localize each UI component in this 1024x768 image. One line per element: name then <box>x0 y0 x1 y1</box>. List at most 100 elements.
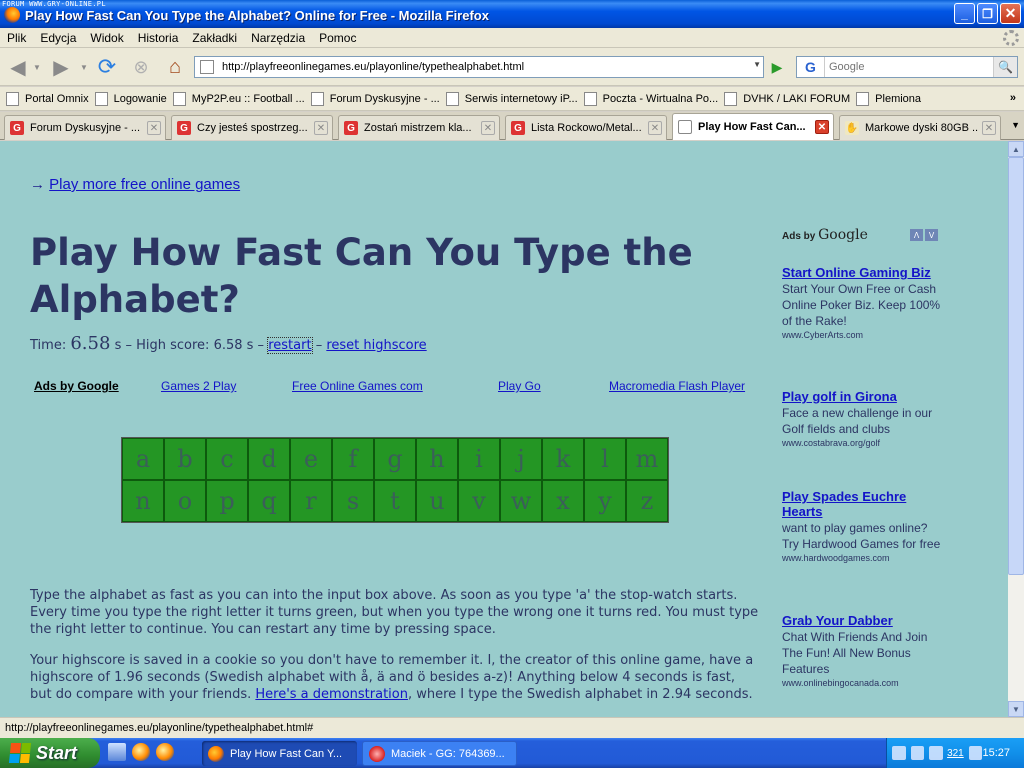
url-history-dropdown-icon[interactable]: ▼ <box>753 60 761 69</box>
close-tab-icon[interactable]: ✕ <box>481 121 495 135</box>
bookmark-myp2p[interactable]: MyP2P.eu :: Football ... <box>172 91 305 106</box>
bookmark-portal-omnix[interactable]: Portal Omnix <box>6 91 89 106</box>
tab-lista-rockowo[interactable]: G Lista Rockowo/Metal... ✕ <box>505 115 667 140</box>
back-history-dropdown[interactable]: ▼ <box>32 54 42 80</box>
firefox-icon[interactable] <box>4 7 20 23</box>
search-button[interactable]: 🔍 <box>993 57 1017 77</box>
ad-next-button[interactable]: V <box>925 229 938 241</box>
window-title-bar[interactable]: FORUM WWW.GRY-ONLINE.PL Play How Fast Ca… <box>0 0 1024 28</box>
folder-icon <box>724 91 738 106</box>
bookmark-poczta[interactable]: Poczta - Wirtualna Po... <box>583 91 718 106</box>
browser-quicklaunch-icon[interactable] <box>156 743 174 761</box>
menu-zakladki[interactable]: Zakładki <box>185 31 244 45</box>
bookmark-plemiona[interactable]: Plemiona <box>856 91 921 106</box>
search-input[interactable] <box>829 61 989 73</box>
ads-by-google-label[interactable]: Ads by Google <box>34 379 119 393</box>
forward-history-dropdown[interactable]: ▼ <box>79 54 89 80</box>
letter-cell-i: i <box>458 438 500 480</box>
page-content: → Play more free online games Play How F… <box>0 141 1008 717</box>
side-ad-title[interactable]: Start Online Gaming Biz <box>782 265 942 280</box>
go-button[interactable]: ▶ <box>766 56 788 78</box>
volume-icon[interactable] <box>968 746 983 760</box>
tab-play-how-fast[interactable]: Play How Fast Can... ✕ <box>672 113 834 140</box>
maximize-button[interactable]: ❐ <box>977 3 998 24</box>
tray-expand-icon[interactable] <box>892 746 906 760</box>
ad-link-play-go[interactable]: Play Go <box>498 379 541 393</box>
taskbar-button-firefox[interactable]: Play How Fast Can Y... <box>202 741 357 766</box>
scroll-down-button[interactable]: ▼ <box>1008 701 1024 717</box>
vertical-scrollbar[interactable]: ▲ ▼ <box>1008 141 1024 717</box>
bookmarks-overflow-button[interactable]: » <box>1010 92 1016 104</box>
scrollbar-thumb[interactable] <box>1008 157 1024 575</box>
reload-button[interactable]: ⟳ <box>94 54 120 80</box>
back-button[interactable]: ◀ <box>5 54 31 80</box>
throbber-icon <box>1003 30 1019 46</box>
menu-edycja[interactable]: Edycja <box>33 31 83 45</box>
side-ad-url[interactable]: www.hardwoodgames.com <box>782 553 942 563</box>
side-ad-title[interactable]: Play Spades Euchre Hearts <box>782 489 942 519</box>
chevron-down-icon: ▼ <box>80 62 88 72</box>
network-icon[interactable] <box>929 746 944 760</box>
close-tab-icon[interactable]: ✕ <box>982 121 996 135</box>
media-icon[interactable] <box>910 746 925 760</box>
side-ad-title[interactable]: Grab Your Dabber <box>782 613 942 628</box>
demonstration-link[interactable]: Here's a demonstration <box>255 687 408 702</box>
taskbar-button-gg[interactable]: Maciek - GG: 764369... <box>362 741 517 766</box>
bookmark-logowanie[interactable]: Logowanie <box>94 91 167 106</box>
scroll-up-button[interactable]: ▲ <box>1008 141 1024 157</box>
ad-link-macromedia-flash[interactable]: Macromedia Flash Player <box>609 379 745 393</box>
menu-narzedzia[interactable]: Narzędzia <box>244 31 312 45</box>
menu-pomoc[interactable]: Pomoc <box>312 31 363 45</box>
side-ad-url[interactable]: www.CyberArts.com <box>782 330 942 340</box>
bookmark-forum-dyskusyjne[interactable]: Forum Dyskusyjne - ... <box>310 91 440 106</box>
page-title: Play How Fast Can You Type the Alphabet? <box>30 231 693 321</box>
ad-link-free-online-games[interactable]: Free Online Games com <box>292 379 423 393</box>
ad-prev-button[interactable]: Λ <box>910 229 923 241</box>
tab-markowe-dyski[interactable]: ✋ Markowe dyski 80GB ... ✕ <box>839 115 1001 140</box>
address-bar[interactable]: http://playfreeonlinegames.eu/playonline… <box>194 56 764 78</box>
bookmark-serwis-internetowy[interactable]: Serwis internetowy iP... <box>445 91 578 106</box>
letter-cell-n: n <box>122 480 164 522</box>
url-text[interactable]: http://playfreeonlinegames.eu/playonline… <box>222 61 524 73</box>
menu-plik[interactable]: Plik <box>0 31 33 45</box>
ad-link-games-2-play[interactable]: Games 2 Play <box>161 379 236 393</box>
close-window-button[interactable]: ✕ <box>1000 3 1021 24</box>
key-icon <box>94 91 108 106</box>
tab-forum-dyskusyjne[interactable]: G Forum Dyskusyjne - ... ✕ <box>4 115 166 140</box>
clock: 15:27 <box>982 747 1010 759</box>
side-ad-url[interactable]: www.onlinebingocanada.com <box>782 678 942 688</box>
tab-label: Markowe dyski 80GB ... <box>865 122 978 134</box>
side-ad-title[interactable]: Play golf in Girona <box>782 389 942 404</box>
minimize-button[interactable]: _ <box>954 3 975 24</box>
start-button[interactable]: Start <box>0 738 100 768</box>
menu-historia[interactable]: Historia <box>131 31 186 45</box>
search-engine-selector[interactable]: G <box>797 57 825 77</box>
bookmark-dvhk[interactable]: DVHK / LAKI FORUM <box>724 91 850 106</box>
letter-cell-l: l <box>584 438 626 480</box>
restart-link[interactable]: restart <box>267 337 313 354</box>
close-tab-icon[interactable]: ✕ <box>147 121 161 135</box>
watermark-text: FORUM WWW.GRY-ONLINE.PL <box>2 0 106 8</box>
tab-strip: G Forum Dyskusyjne - ... ✕ G Czy jesteś … <box>0 112 1024 140</box>
tab-list-dropdown-icon[interactable]: ▼ <box>1011 120 1020 130</box>
letter-cell-d: d <box>248 438 290 480</box>
close-tab-icon[interactable]: ✕ <box>815 120 829 134</box>
stop-button[interactable]: ⊗ <box>128 54 154 80</box>
tab-label: Forum Dyskusyjne - ... <box>30 122 141 134</box>
close-tab-icon[interactable]: ✕ <box>314 121 328 135</box>
show-desktop-icon[interactable] <box>108 743 126 761</box>
close-tab-icon[interactable]: ✕ <box>648 121 662 135</box>
reset-highscore-link[interactable]: reset highscore <box>326 338 426 353</box>
page-icon <box>678 120 692 134</box>
side-ad-url[interactable]: www.costabrava.org/golf <box>782 438 942 448</box>
firefox-quicklaunch-icon[interactable] <box>132 743 150 761</box>
forward-button[interactable]: ▶ <box>48 54 74 80</box>
tray-counter[interactable]: 321 <box>947 748 964 759</box>
more-games-link[interactable]: Play more free online games <box>49 176 240 193</box>
tab-zostan-mistrzem[interactable]: G Zostań mistrzem kla... ✕ <box>338 115 500 140</box>
home-button[interactable]: ⌂ <box>162 54 188 80</box>
letter-cell-x: x <box>542 480 584 522</box>
tab-czy-jestes[interactable]: G Czy jesteś spostrzeg... ✕ <box>171 115 333 140</box>
reload-icon: ⟳ <box>97 54 117 79</box>
menu-widok[interactable]: Widok <box>83 31 130 45</box>
